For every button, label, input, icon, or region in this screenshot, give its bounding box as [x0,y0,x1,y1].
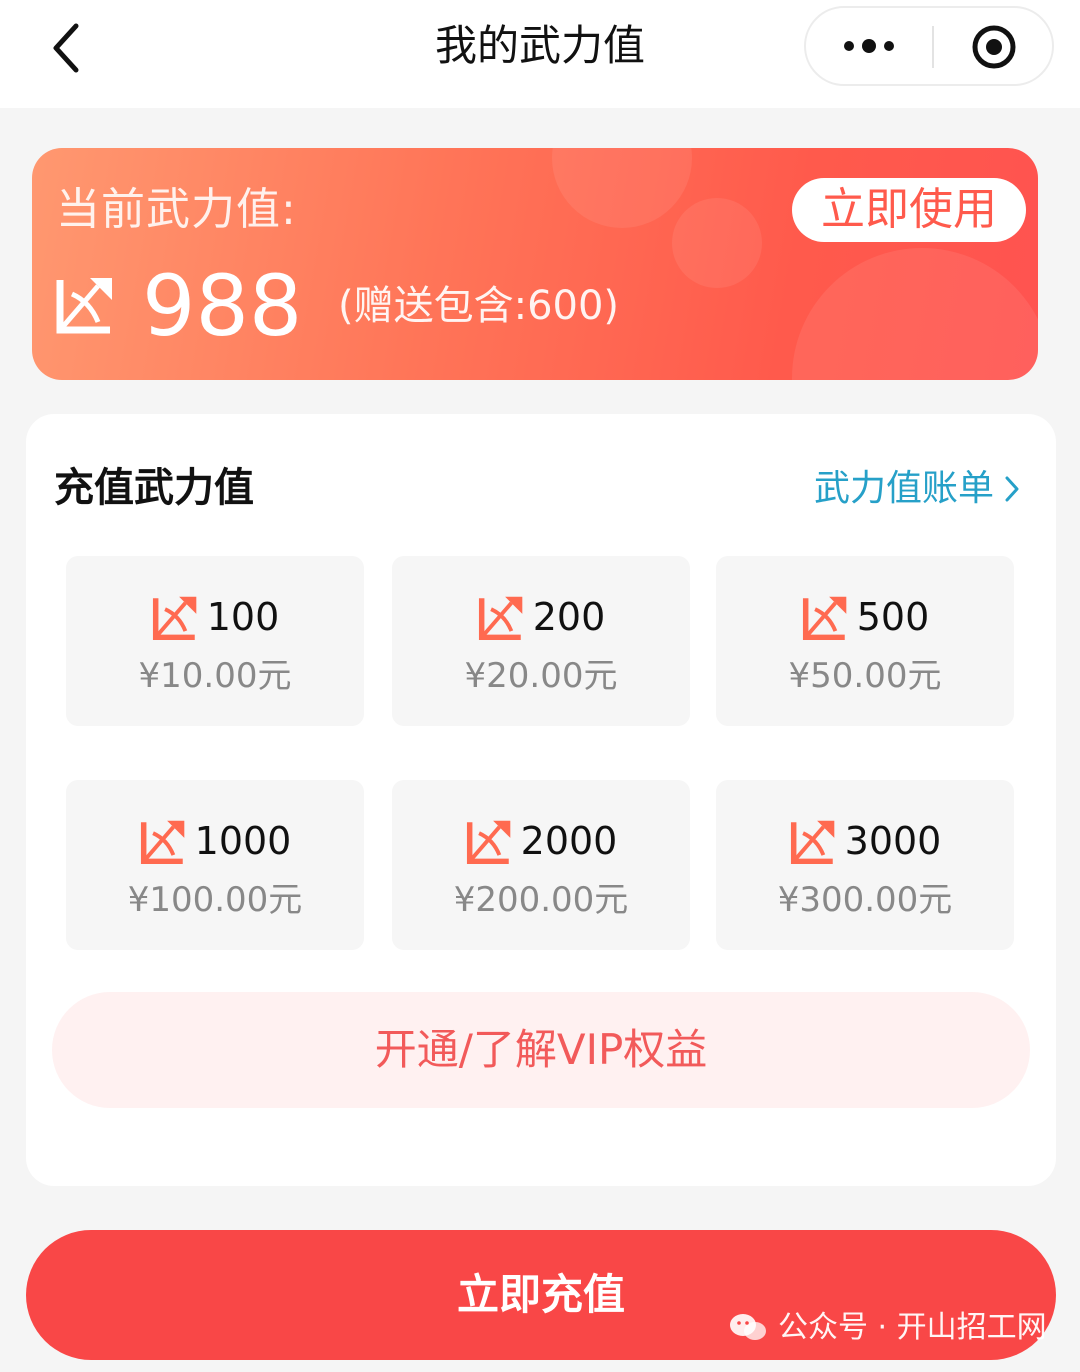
bill-link-label: 武力值账单 [813,468,994,509]
vip-benefits-button[interactable]: 开通/了解VIP权益 [52,992,1030,1108]
balance-value: 988 [142,257,303,355]
gift-note: (赠送包含:600) [338,283,620,329]
balance-label: 当前武力值: [56,184,297,235]
bow-arrow-icon [802,596,847,641]
wechat-icon [730,1314,766,1340]
option-price: ¥100.00元 [127,880,303,920]
bow-arrow-icon [152,596,197,641]
more-dots-icon [844,41,854,51]
more-button[interactable] [836,26,902,66]
watermark-text: 公众号 · 开山招工网 [778,1310,1047,1345]
option-amount: 3000 [844,819,942,863]
bow-arrow-icon [478,596,523,641]
option-price: ¥200.00元 [453,880,629,920]
bow-arrow-icon [56,278,112,334]
recharge-option-100[interactable]: 100 ¥10.00元 [66,556,364,726]
recharge-card: 充值武力值 武力值账单 100 ¥10.00元 200 ¥20.00元 500 … [26,414,1056,1186]
use-now-button[interactable]: 立即使用 [792,178,1026,242]
recharge-option-3000[interactable]: 3000 ¥300.00元 [716,780,1014,950]
recharge-option-2000[interactable]: 2000 ¥200.00元 [392,780,690,950]
option-amount: 500 [856,595,930,639]
mini-program-capsule [804,6,1054,86]
recharge-option-500[interactable]: 500 ¥50.00元 [716,556,1014,726]
capsule-divider [932,26,934,68]
option-amount: 1000 [194,819,292,863]
bow-arrow-icon [790,820,834,865]
balance-banner: 当前武力值: 立即使用 988 (赠送包含:600) [32,148,1038,380]
option-amount: 100 [206,595,280,639]
option-amount: 2000 [520,819,618,863]
option-price: ¥10.00元 [138,656,292,696]
target-circle-icon[interactable] [971,24,1017,70]
recharge-option-200[interactable]: 200 ¥20.00元 [392,556,690,726]
watermark: 公众号 · 开山招工网 [728,1306,1047,1350]
recharge-title: 充值武力值 [54,465,254,511]
bow-arrow-icon [140,820,184,865]
option-price: ¥20.00元 [464,656,618,696]
chevron-right-icon [1005,476,1019,502]
option-price: ¥300.00元 [777,880,953,920]
option-price: ¥50.00元 [788,656,942,696]
bill-link[interactable]: 武力值账单 [814,464,1020,514]
bow-arrow-icon [466,820,510,865]
recharge-option-1000[interactable]: 1000 ¥100.00元 [66,780,364,950]
navigation-bar: 我的武力值 [0,0,1080,108]
option-amount: 200 [532,595,606,639]
